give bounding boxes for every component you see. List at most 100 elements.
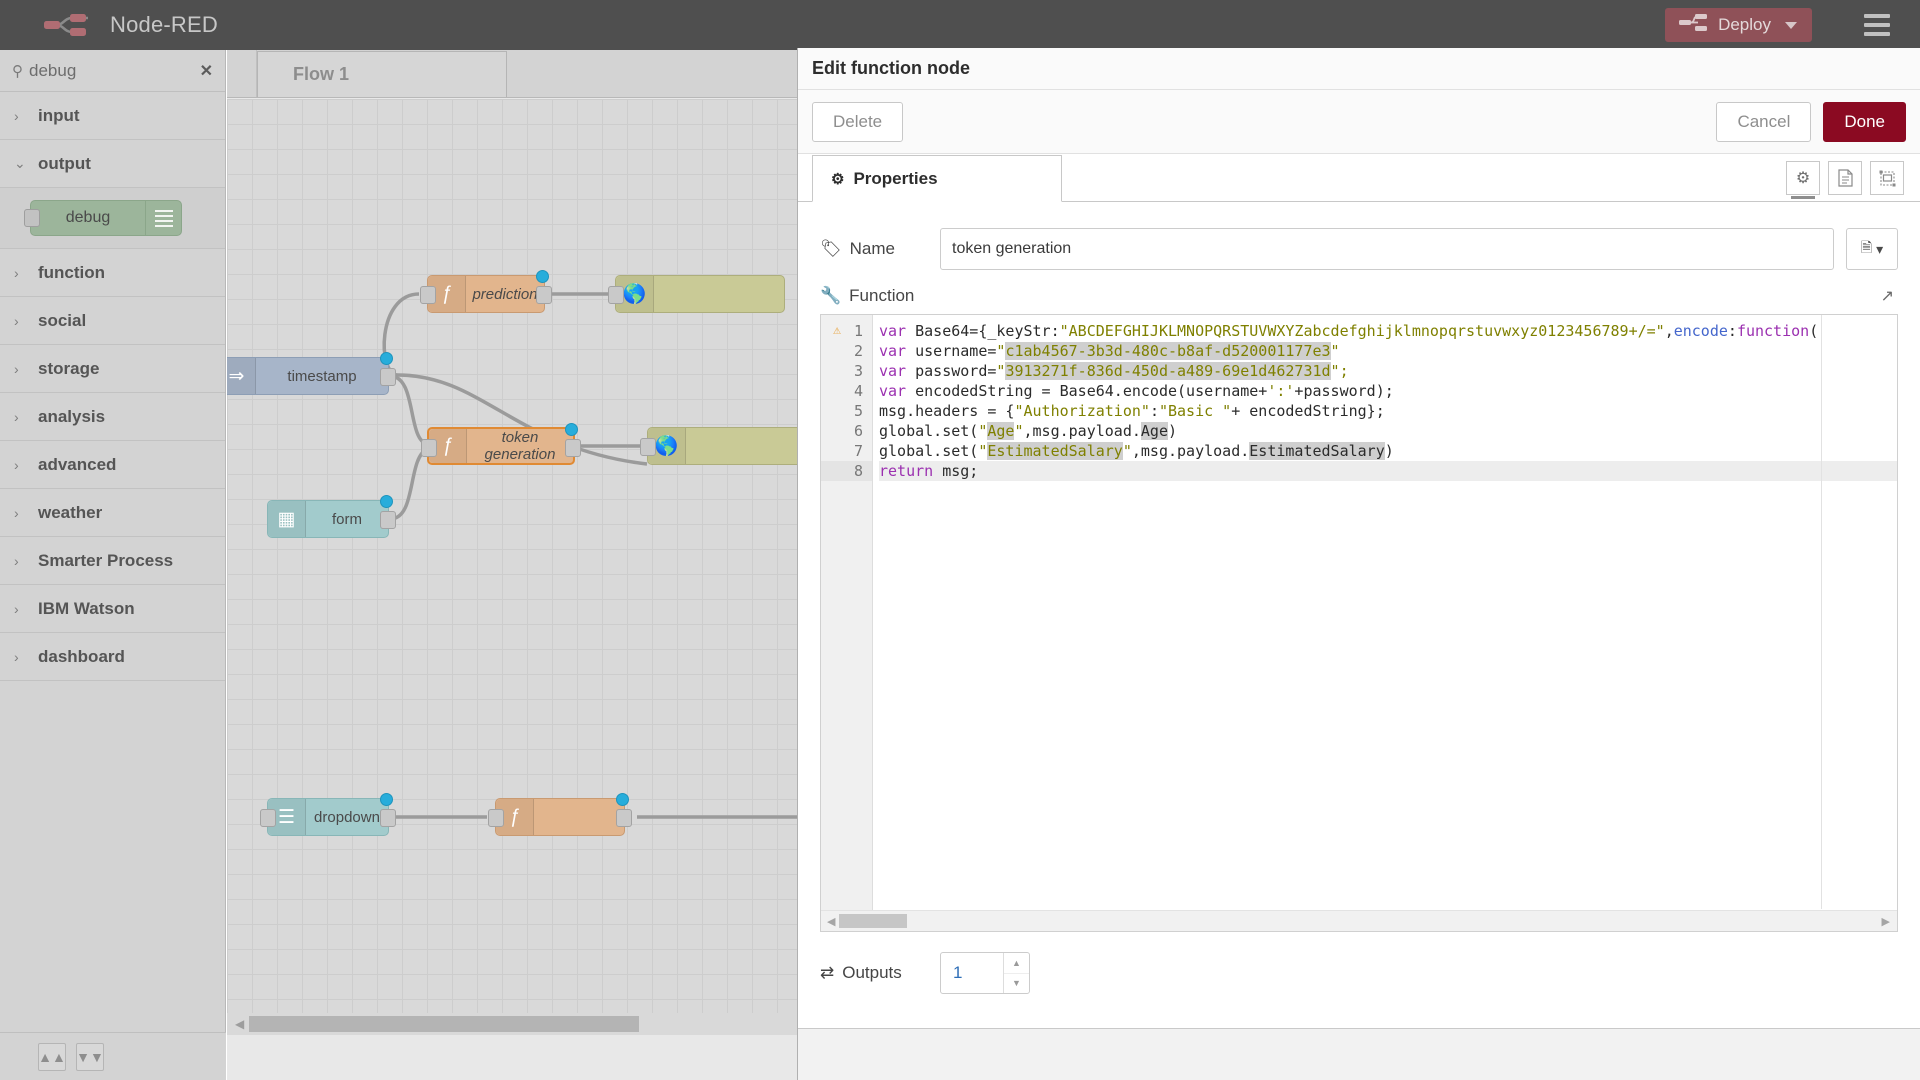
code-token: ':' bbox=[1267, 382, 1295, 400]
name-field-label: 🏷 Name bbox=[820, 239, 895, 258]
scrollbar-thumb[interactable] bbox=[839, 914, 908, 928]
flow-node-prediction[interactable]: ƒ prediction bbox=[420, 270, 552, 313]
palette-node-debug[interactable]: debug bbox=[24, 200, 182, 236]
flow-grid[interactable]: ƒ prediction ⇒ timestamp ƒ token generat… bbox=[227, 99, 797, 1035]
outputs-stepper[interactable]: 1 ▲ ▼ bbox=[940, 952, 1030, 994]
dialog-title: Edit function node bbox=[798, 48, 1920, 90]
stepper-down-icon[interactable]: ▼ bbox=[1004, 974, 1029, 994]
function-field-label: 🔧 Function bbox=[820, 286, 915, 305]
palette-category-weather[interactable]: › weather bbox=[0, 489, 225, 537]
code-token: global.set( bbox=[879, 442, 979, 460]
node-status-dot bbox=[616, 793, 629, 806]
node-output-port[interactable] bbox=[565, 439, 581, 457]
scroll-left-arrow-icon[interactable]: ◀ bbox=[827, 915, 835, 928]
chevron-right-icon: › bbox=[14, 408, 19, 425]
palette-node-group: debug bbox=[0, 188, 225, 249]
appearance-icon[interactable] bbox=[1870, 161, 1904, 195]
code-content[interactable]: var Base64={_keyStr:"ABCDEFGHIJKLMNOPQRS… bbox=[873, 315, 1897, 911]
gutter-line-7: 7 bbox=[853, 442, 863, 460]
palette-category-storage[interactable]: › storage bbox=[0, 345, 225, 393]
flow-node-dropdown[interactable]: ☰ dropdown bbox=[260, 793, 396, 836]
node-output-port[interactable] bbox=[380, 511, 396, 529]
collapse-all-button[interactable]: ▲▲ bbox=[38, 1042, 66, 1071]
chevron-down-icon[interactable] bbox=[1785, 21, 1797, 29]
node-menu-button[interactable]: 🗎 ▾ bbox=[1846, 228, 1898, 270]
node-input-port[interactable] bbox=[260, 809, 276, 827]
gutter-line-1: ⚠ 1 bbox=[821, 321, 872, 341]
chevron-down-icon: ⌄ bbox=[14, 155, 26, 171]
done-button[interactable]: Done bbox=[1823, 101, 1906, 142]
palette-category-input[interactable]: › input bbox=[0, 92, 225, 140]
gutter-line-3: 3 bbox=[853, 362, 863, 380]
palette-category-analysis[interactable]: › analysis bbox=[0, 393, 225, 441]
code-line-2: var username= "c1ab4567-3b3d-480c-b8af-d5… bbox=[879, 341, 1897, 361]
flow-node-http-request-2[interactable]: 🌎 bbox=[640, 427, 797, 465]
palette-category-social[interactable]: › social bbox=[0, 297, 225, 345]
function-code-editor[interactable]: ⚠ 1 2 3 4 5 6 7 8 var Base64={_keyStr:"ABCDEFGHI… bbox=[820, 314, 1898, 932]
scroll-left-arrow-icon[interactable]: ◀ bbox=[235, 1017, 244, 1031]
gutter-line-6: 6 bbox=[853, 422, 863, 440]
code-token: 3913271f-836d-450d-a489-69e1d462731d bbox=[1005, 362, 1331, 380]
code-token: " bbox=[1014, 422, 1024, 440]
code-token: var bbox=[879, 362, 916, 380]
cancel-button[interactable]: Cancel bbox=[1716, 101, 1812, 142]
gear-icon[interactable]: ⚙ bbox=[1786, 161, 1820, 199]
delete-button[interactable]: Delete bbox=[812, 101, 904, 142]
code-token: "ABCDEFGHIJKLMNOPQRSTUVWXYZabcdefghijklm… bbox=[1059, 322, 1665, 340]
editor-horizontal-scrollbar[interactable]: ◀ ▶ bbox=[821, 910, 1897, 931]
palette-category-ibm-watson[interactable]: › IBM Watson bbox=[0, 585, 225, 633]
tab-flow-1[interactable]: Flow 1 bbox=[257, 51, 507, 97]
node-input-port[interactable] bbox=[421, 439, 437, 457]
canvas-horizontal-scrollbar[interactable]: ◀ bbox=[227, 1013, 797, 1035]
flow-node-token-generation[interactable]: ƒ token generation bbox=[421, 423, 581, 465]
search-input[interactable]: debug bbox=[29, 61, 200, 81]
description-icon[interactable] bbox=[1828, 161, 1862, 195]
node-output-port[interactable] bbox=[380, 809, 396, 827]
node-status-dot bbox=[565, 423, 578, 436]
warning-triangle-icon[interactable]: ⚠ bbox=[825, 323, 841, 338]
node-output-port[interactable] bbox=[616, 809, 632, 827]
node-input-port[interactable] bbox=[420, 286, 436, 304]
flow-node-http-request-1[interactable]: 🌎 bbox=[608, 275, 785, 313]
palette-category-output[interactable]: ⌄ output bbox=[0, 140, 225, 188]
code-token: var bbox=[879, 342, 916, 360]
code-token: var bbox=[879, 382, 916, 400]
palette-search[interactable]: ⚲ debug ✕ bbox=[0, 50, 225, 92]
stepper-arrows: ▲ ▼ bbox=[1003, 953, 1029, 993]
chevron-right-icon: › bbox=[14, 552, 19, 569]
outputs-value[interactable]: 1 bbox=[941, 953, 1003, 993]
node-output-port[interactable] bbox=[380, 368, 396, 386]
gutter-line-4: 4 bbox=[853, 382, 863, 400]
function-field-header: 🔧 Function ↗ bbox=[820, 286, 1898, 306]
flow-node-form[interactable]: ▦ form bbox=[267, 495, 396, 538]
node-input-port[interactable] bbox=[640, 438, 656, 456]
hamburger-menu-icon[interactable] bbox=[1864, 14, 1890, 41]
node-output-port[interactable] bbox=[536, 286, 552, 304]
chevron-right-icon: › bbox=[14, 504, 19, 521]
stepper-up-icon[interactable]: ▲ bbox=[1004, 953, 1029, 974]
node-label: timestamp bbox=[287, 367, 357, 385]
flow-node-function-unnamed[interactable]: ƒ bbox=[488, 793, 632, 836]
code-token: Age bbox=[987, 422, 1015, 440]
tab-label: Properties bbox=[853, 168, 938, 188]
expand-all-button[interactable]: ▼▼ bbox=[76, 1042, 104, 1071]
scrollbar-thumb[interactable] bbox=[249, 1016, 640, 1032]
tab-properties[interactable]: ⚙ Properties bbox=[812, 155, 1062, 202]
deploy-button[interactable]: Deploy bbox=[1665, 8, 1812, 42]
palette-footer: ▲▲ ▼▼ bbox=[0, 1032, 226, 1080]
clear-icon[interactable]: ✕ bbox=[200, 61, 213, 81]
node-input-port[interactable] bbox=[608, 286, 624, 304]
node-input-port[interactable] bbox=[488, 809, 504, 827]
code-line-8: return msg; bbox=[879, 461, 1897, 481]
scroll-right-arrow-icon[interactable]: ▶ bbox=[1882, 915, 1890, 928]
palette-category-dashboard[interactable]: › dashboard bbox=[0, 633, 225, 681]
outputs-field-label: ⇄ Outputs bbox=[820, 963, 902, 982]
palette-category-smarter-process[interactable]: › Smarter Process bbox=[0, 537, 225, 585]
palette-category-advanced[interactable]: › advanced bbox=[0, 441, 225, 489]
name-input[interactable] bbox=[940, 228, 1834, 270]
expand-editor-button[interactable]: ↗ bbox=[1881, 286, 1898, 306]
palette-category-label: dashboard bbox=[38, 646, 125, 666]
palette-category-function[interactable]: › function bbox=[0, 249, 225, 297]
search-icon: ⚲ bbox=[12, 62, 23, 80]
flow-node-timestamp[interactable]: ⇒ timestamp bbox=[227, 352, 396, 395]
